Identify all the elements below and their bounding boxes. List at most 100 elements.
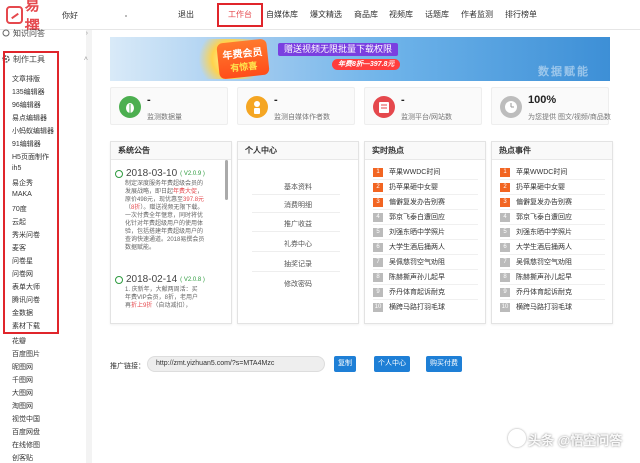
nav-topics[interactable]: 话题库 (425, 9, 449, 20)
nav-logout[interactable]: 退出 (178, 9, 194, 20)
sidebar-tool-item[interactable]: 小蚂蚁编辑器 (12, 126, 54, 136)
hot-item[interactable]: 5 刘强东晒中学照片 (373, 227, 445, 237)
sidebar-tool-item[interactable]: 135编辑器 (12, 87, 45, 97)
hot-event-item[interactable]: 10 横跨马路打羽毛球 (500, 302, 572, 312)
hot-item[interactable]: 3 偏僻复发办告别赛 (373, 197, 445, 207)
announcement-body: 制定深度服务年费超级会员的 发展战略，即日起年费大促， 原价498元，现优惠至3… (125, 181, 205, 251)
sidebar-more-item[interactable]: 在线修图 (12, 440, 40, 450)
hot-item[interactable]: 1 苹果WWDC时间 (373, 167, 440, 177)
rank-badge: 6 (500, 242, 510, 252)
hot-item[interactable]: 9 乔丹体育起诉耐克 (373, 287, 445, 297)
sidebar-tool-item[interactable]: 96编辑器 (12, 100, 41, 110)
sidebar-tool-item[interactable]: MAKA (12, 191, 32, 198)
hot-event-item[interactable]: 9 乔丹体育起诉耐克 (500, 287, 572, 297)
hot-event-item[interactable]: 5 刘强东晒中学照片 (500, 227, 572, 237)
sidebar-tool-item[interactable]: 金数据 (12, 308, 33, 318)
nav-products[interactable]: 商品库 (354, 9, 378, 20)
personal-menu-item[interactable]: 礼券中心 (238, 239, 358, 249)
referral-label: 推广链接： (110, 363, 145, 370)
sidebar-tool-item[interactable]: H5页面制作 (12, 152, 49, 162)
sidebar-tool-item[interactable]: ih5 (12, 165, 21, 172)
personal-menu-item[interactable]: 消费明细 (238, 200, 358, 210)
sidebar-more-item[interactable]: 大图网 (12, 388, 33, 398)
hot-event-item[interactable]: 4 郭京飞泰白遭回应 (500, 212, 572, 222)
top-nav-bar: 易撰 你好 退出 工作台 自媒体库 爆文精选 商品库 视频库 话题库 作者监测 … (0, 0, 640, 35)
circle-icon (115, 275, 123, 284)
stat-label: 监测平台/网站数 (401, 114, 452, 121)
announcement-date: 2018-02-14 (126, 274, 178, 285)
rank-badge: 8 (500, 272, 510, 282)
nav-workbench-active[interactable]: 工作台 (217, 3, 263, 27)
sidebar-tool-item[interactable]: 表单大师 (12, 282, 40, 292)
hot-event-item[interactable]: 2 扔苹果砸中女婴 (500, 182, 565, 192)
sidebar-tool-item[interactable]: 问卷星 (12, 256, 33, 266)
hot-item[interactable]: 4 郭京飞泰白遭回应 (373, 212, 445, 222)
hot-item[interactable]: 6 大学生酒后捅两人 (373, 242, 445, 252)
announcement-item[interactable]: 2018-02-14( V2.0.8 ) 1. 庆新年，大献两周活：买 年费VI… (115, 274, 221, 310)
sidebar-more-item[interactable]: 百度图片 (12, 349, 40, 359)
nav-videos[interactable]: 视频库 (389, 9, 413, 20)
announcement-version: ( V2.0.8 ) (180, 276, 205, 283)
personal-menu-item[interactable]: 抽奖记录 (238, 259, 358, 269)
hot-item[interactable]: 2 扔苹果砸中女婴 (373, 182, 438, 192)
sidebar-tool-item[interactable]: 问卷网 (12, 269, 33, 279)
user-greeting: 你好 (62, 11, 78, 20)
rank-badge: 5 (373, 227, 383, 237)
stat-value: - (401, 94, 405, 106)
hot-event-item[interactable]: 6 大学生酒后捅两人 (500, 242, 572, 252)
personal-menu-item[interactable]: 基本资料 (238, 182, 358, 192)
sidebar-scrollbar[interactable] (86, 30, 92, 463)
sidebar-more-item[interactable]: 创客贴 (12, 453, 33, 463)
sidebar-more-item[interactable]: 昵图网 (12, 362, 33, 372)
sidebar-tool-item[interactable]: 文章排版 (12, 74, 40, 84)
sidebar-tool-item[interactable]: 70度 (12, 204, 27, 214)
announcement-item[interactable]: 2018-03-10( V2.0.9 ) 制定深度服务年费超级会员的 发展战略，… (115, 168, 221, 252)
sidebar-tool-item[interactable]: 云起 (12, 217, 26, 227)
rank-badge: 10 (500, 302, 510, 312)
chevron-up-icon: ˄ (83, 55, 88, 63)
sidebar-more-item[interactable]: 花瓣 (12, 336, 26, 346)
buy-button[interactable]: 购买付费 (426, 356, 462, 372)
sidebar-section-qa-label: 知识问答 (13, 28, 45, 38)
hot-item[interactable]: 10 横跨马路打羽毛球 (373, 302, 445, 312)
personal-center-button[interactable]: 个人中心 (374, 356, 410, 372)
hot-event-item[interactable]: 3 偏僻复发办告别赛 (500, 197, 572, 207)
referral-link-field[interactable]: http://zmt.yizhuan5.com/?s=MTA4Mzc (147, 356, 325, 372)
nav-hot-articles[interactable]: 爆文精选 (310, 9, 342, 20)
nav-author-monitor[interactable]: 作者监测 (461, 9, 493, 20)
sidebar-more-item[interactable]: 视觉中国 (12, 414, 40, 424)
sidebar-more-item[interactable]: 淘图网 (12, 401, 33, 411)
hot-item[interactable]: 7 吴佩慈罚空气劝阻 (373, 257, 445, 267)
promo-banner[interactable]: 年费会员 有惊喜 赠送视频无限批量下载权限 年费8折—397.8元 数据赋能 (110, 37, 610, 81)
stat-value: - (274, 94, 278, 106)
sidebar-tool-item[interactable]: 易点编辑器 (12, 113, 47, 123)
sidebar-tool-item[interactable]: 腾讯问卷 (12, 295, 40, 305)
rank-badge: 7 (373, 257, 383, 267)
personal-menu-item[interactable]: 推广收益 (238, 219, 358, 229)
sidebar-tool-item[interactable]: 秀米问卷 (12, 230, 40, 240)
sidebar-tool-item[interactable]: 麦客 (12, 243, 26, 253)
divider (252, 212, 340, 213)
nav-media-library[interactable]: 自媒体库 (266, 9, 298, 20)
copy-button[interactable]: 复制 (334, 356, 356, 372)
panel-title: 实时热点 (365, 142, 485, 160)
rank-badge: 7 (500, 257, 510, 267)
sidebar-tool-item[interactable]: 易企秀 (12, 178, 33, 188)
hot-item[interactable]: 8 陈赫撕声孙儿起早 (373, 272, 445, 282)
site-logo[interactable]: 易撰 (6, 0, 52, 35)
sidebar-more-item[interactable]: 千图网 (12, 375, 33, 385)
watermark-logo-icon (508, 429, 526, 447)
circle-icon (115, 169, 123, 178)
panel-personal-center: 个人中心 基本资料 消费明细 推广收益 礼券中心 抽奖记录 修改密码 (237, 141, 359, 324)
hot-event-item[interactable]: 7 吴佩慈罚空气劝阻 (500, 257, 572, 267)
book-icon (373, 96, 395, 118)
nav-rankings[interactable]: 排行榜单 (505, 9, 537, 20)
personal-menu-item[interactable]: 修改密码 (238, 279, 358, 289)
announcements-scrollbar[interactable] (225, 160, 228, 200)
hot-event-item[interactable]: 1 苹果WWDC时间 (500, 167, 567, 177)
sidebar-more-item[interactable]: 百度网盘 (12, 427, 40, 437)
sidebar-section-qa[interactable]: 知识问答 › (2, 27, 88, 39)
sidebar-tool-item[interactable]: 91编辑器 (12, 139, 41, 149)
sidebar-tool-item[interactable]: 素材下载 (12, 321, 40, 331)
hot-event-item[interactable]: 8 陈赫撕声孙儿起早 (500, 272, 572, 282)
